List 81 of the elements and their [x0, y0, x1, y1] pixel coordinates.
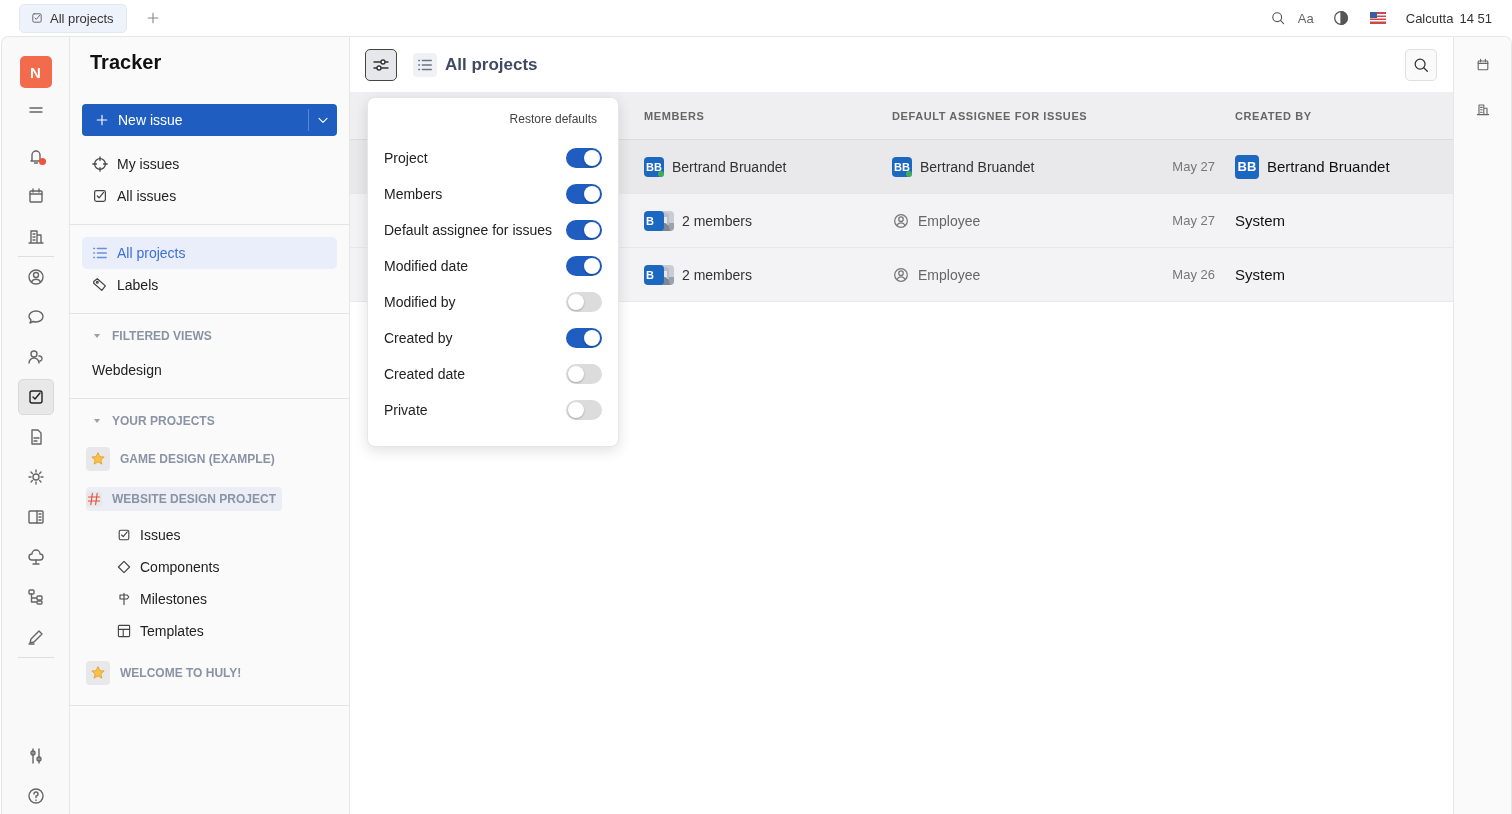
- restore-defaults-link[interactable]: Restore defaults: [509, 112, 597, 126]
- creator-name: System: [1235, 212, 1285, 229]
- list-icon: [413, 52, 437, 77]
- template-icon: [116, 623, 132, 639]
- app-title: Tracker: [89, 51, 163, 75]
- avatar: BB: [892, 156, 912, 177]
- help-icon: [25, 786, 46, 806]
- option-label: Default assignee for issues: [384, 222, 553, 238]
- person-name[interactable]: Bertrand Bruandet: [672, 158, 787, 175]
- date-text: May 27: [1172, 159, 1215, 174]
- person-circle-icon: [25, 267, 46, 287]
- toggle-switch[interactable]: [566, 256, 602, 276]
- option-label: Created by: [384, 330, 453, 346]
- avatar: BB: [644, 156, 664, 177]
- flag-icon[interactable]: [1369, 12, 1386, 24]
- person-circle-icon: [892, 211, 910, 230]
- book-icon: [25, 507, 46, 527]
- date-text: May 26: [1172, 267, 1215, 282]
- filtered-view-item[interactable]: Webdesign: [82, 354, 337, 386]
- new-issue-button[interactable]: New issue: [82, 104, 337, 136]
- tree-icon: [25, 587, 46, 607]
- search-icon[interactable]: [1269, 10, 1286, 26]
- person-name[interactable]: Bertrand Bruandet: [920, 158, 1035, 175]
- toggle-switch[interactable]: [566, 292, 602, 312]
- date-text: May 27: [1172, 213, 1215, 228]
- checkbox-icon: [30, 11, 44, 25]
- option-label: Created date: [384, 366, 465, 382]
- members-count[interactable]: 2 members: [682, 266, 753, 283]
- people-icon: [25, 347, 46, 367]
- members-count[interactable]: 2 members: [682, 212, 753, 229]
- project-sub-item[interactable]: Components: [116, 551, 337, 583]
- online-dot: [658, 170, 664, 177]
- cloud-icon: [25, 547, 46, 567]
- diamond-icon: [116, 559, 132, 575]
- online-dot: [906, 170, 912, 177]
- contrast-icon[interactable]: [1331, 9, 1350, 27]
- signpost-icon: [116, 591, 132, 607]
- hash-icon: [86, 491, 102, 507]
- option-label: Project: [384, 150, 428, 166]
- column-header: MEMBERS: [644, 109, 705, 122]
- nav-item[interactable]: All issues: [82, 180, 337, 212]
- person-name[interactable]: Bertrand Bruandet: [1267, 158, 1390, 175]
- toggle-switch[interactable]: [566, 184, 602, 204]
- city-label: Calcutta: [1405, 10, 1454, 26]
- project-sub-item[interactable]: Templates: [116, 615, 337, 647]
- app-button[interactable]: [17, 379, 54, 415]
- toggle-switch[interactable]: [566, 220, 602, 240]
- building-icon[interactable]: [1474, 101, 1491, 117]
- role-name[interactable]: Employee: [918, 212, 981, 229]
- option-label: Modified date: [384, 258, 469, 274]
- font-size-button[interactable]: Aa: [1297, 10, 1314, 26]
- project-sub-item[interactable]: Milestones: [116, 583, 337, 615]
- search-button[interactable]: [1405, 48, 1437, 81]
- option-label: Private: [384, 402, 428, 418]
- avatar: B: [644, 264, 664, 285]
- tags-icon: [91, 276, 109, 294]
- toggle-switch[interactable]: [566, 400, 602, 420]
- view-settings-button[interactable]: [365, 48, 397, 81]
- checkbox-icon: [91, 187, 109, 205]
- target-icon: [91, 155, 109, 173]
- role-name[interactable]: Employee: [918, 266, 981, 283]
- toggle-switch[interactable]: [566, 364, 602, 384]
- chat-bubble-icon: [25, 307, 46, 327]
- person-circle-icon: [892, 265, 910, 284]
- plus-icon: [94, 112, 110, 128]
- tab[interactable]: All projects: [19, 3, 127, 33]
- column-header: CREATED BY: [1235, 109, 1312, 122]
- nav-item[interactable]: All projects: [82, 237, 337, 269]
- nav-item[interactable]: My issues: [82, 148, 337, 180]
- project-sub-item[interactable]: Issues: [116, 519, 337, 551]
- clock-time: 14 51: [1459, 10, 1492, 26]
- avatar: BB: [1235, 154, 1259, 179]
- column-header: DEFAULT ASSIGNEE FOR ISSUES: [892, 109, 1088, 122]
- checkbox-icon: [116, 527, 132, 543]
- avatar: B: [644, 210, 664, 231]
- toggle-switch[interactable]: [566, 148, 602, 168]
- page-title: All projects: [445, 54, 538, 75]
- creator-name: System: [1235, 266, 1285, 283]
- sun-icon: [25, 467, 46, 487]
- toggle-switch[interactable]: [566, 328, 602, 348]
- nav-item[interactable]: Labels: [82, 269, 337, 301]
